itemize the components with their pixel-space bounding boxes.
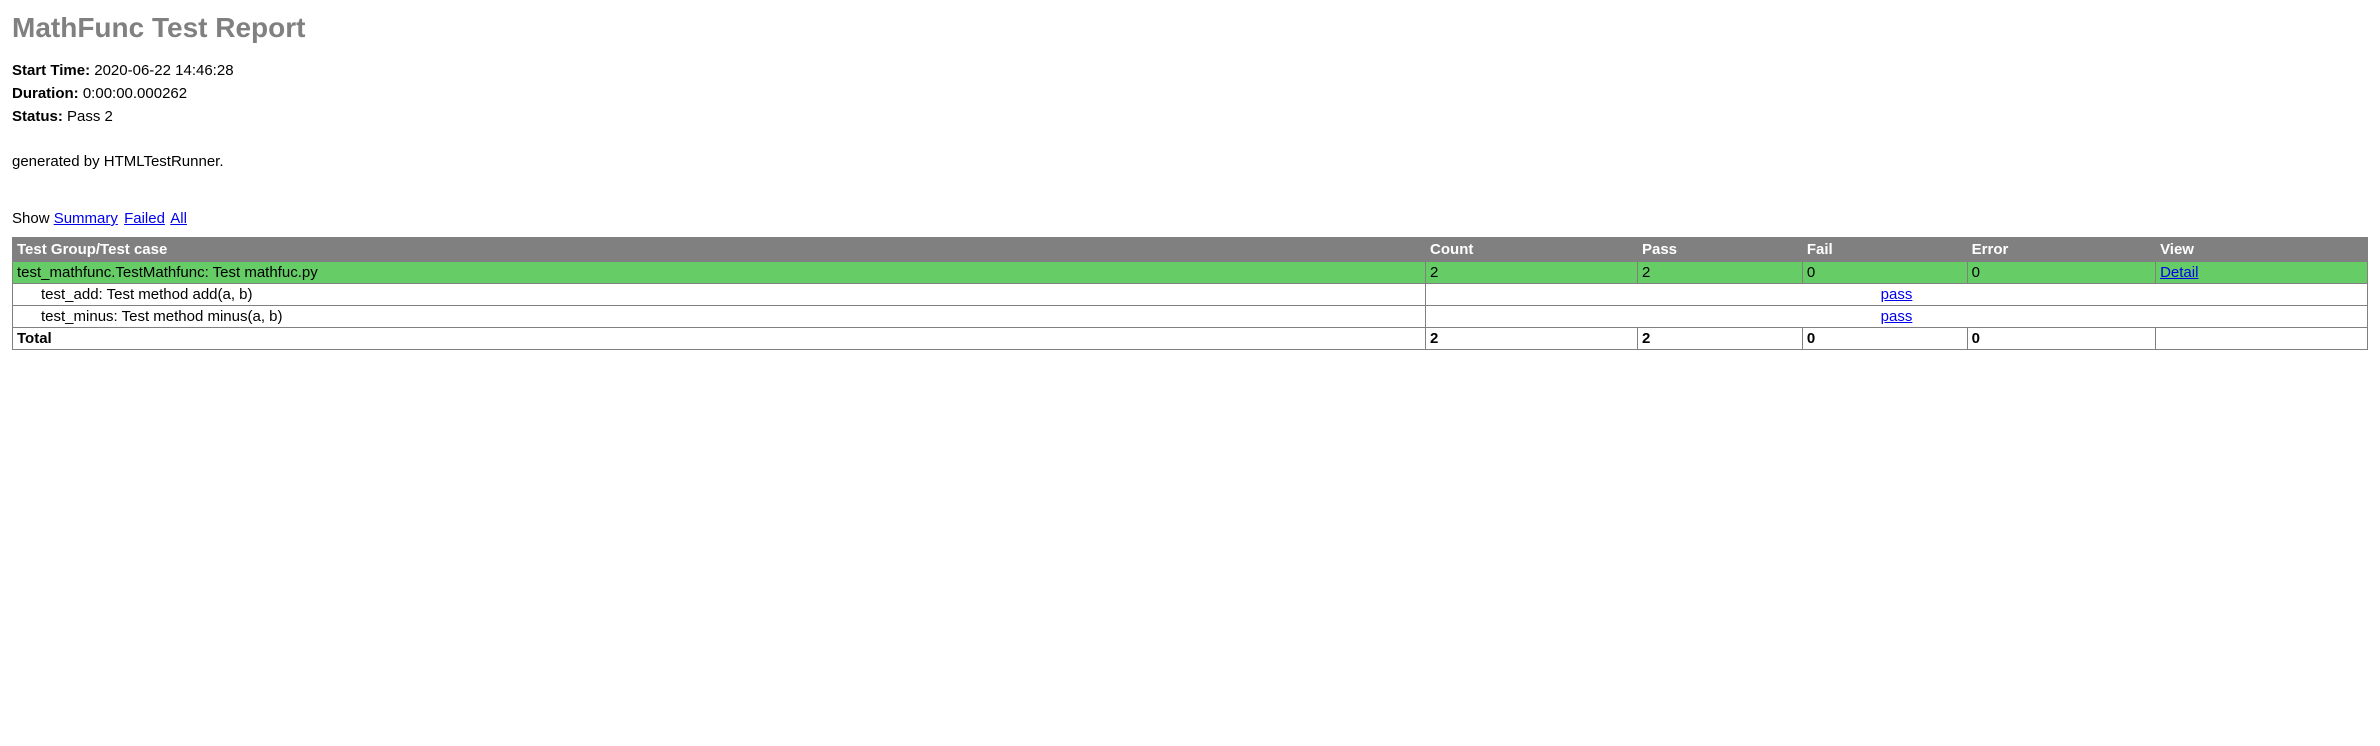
start-time-label: Start Time: (12, 62, 90, 79)
header-count: Count (1426, 238, 1638, 262)
show-label: Show (12, 210, 50, 227)
status-label: Status: (12, 108, 63, 125)
total-error: 0 (1967, 328, 2155, 350)
duration-label: Duration: (12, 85, 79, 102)
total-pass: 2 (1637, 328, 1802, 350)
group-fail: 0 (1802, 262, 1967, 284)
total-count: 2 (1426, 328, 1638, 350)
group-detail-link[interactable]: Detail (2160, 264, 2198, 281)
group-pass: 2 (1637, 262, 1802, 284)
header-group: Test Group/Test case (13, 238, 1426, 262)
group-count: 2 (1426, 262, 1638, 284)
total-row: Total 2 2 0 0 (13, 328, 2368, 350)
table-header-row: Test Group/Test case Count Pass Fail Err… (13, 238, 2368, 262)
results-table: Test Group/Test case Count Pass Fail Err… (12, 237, 2368, 350)
group-view: Detail (2156, 262, 2368, 284)
table-row: test_add: Test method add(a, b) pass (13, 284, 2368, 306)
page-title: MathFunc Test Report (12, 12, 2368, 44)
start-time-value: 2020-06-22 14:46:28 (94, 62, 233, 79)
group-error: 0 (1967, 262, 2155, 284)
group-row: test_mathfunc.TestMathfunc: Test mathfuc… (13, 262, 2368, 284)
group-name: test_mathfunc.TestMathfunc: Test mathfuc… (13, 262, 1426, 284)
show-filter-line: Show Summary Failed All (12, 210, 2368, 227)
duration-line: Duration: 0:00:00.000262 (12, 85, 2368, 102)
total-label: Total (13, 328, 1426, 350)
case-result-cell: pass (1426, 284, 2368, 306)
show-failed-link[interactable]: Failed (124, 210, 165, 227)
status-value: Pass 2 (67, 108, 113, 125)
total-fail: 0 (1802, 328, 1967, 350)
header-error: Error (1967, 238, 2155, 262)
duration-value: 0:00:00.000262 (83, 85, 187, 102)
table-row: test_minus: Test method minus(a, b) pass (13, 306, 2368, 328)
case-result-link[interactable]: pass (1881, 286, 1913, 303)
show-all-link[interactable]: All (170, 210, 187, 227)
case-name: test_minus: Test method minus(a, b) (13, 306, 1426, 328)
case-result-link[interactable]: pass (1881, 308, 1913, 325)
header-pass: Pass (1637, 238, 1802, 262)
total-view (2156, 328, 2368, 350)
generated-by: generated by HTMLTestRunner. (12, 153, 2368, 170)
start-time-line: Start Time: 2020-06-22 14:46:28 (12, 62, 2368, 79)
header-view: View (2156, 238, 2368, 262)
case-result-cell: pass (1426, 306, 2368, 328)
show-summary-link[interactable]: Summary (54, 210, 118, 227)
status-line: Status: Pass 2 (12, 108, 2368, 125)
header-fail: Fail (1802, 238, 1967, 262)
case-name: test_add: Test method add(a, b) (13, 284, 1426, 306)
